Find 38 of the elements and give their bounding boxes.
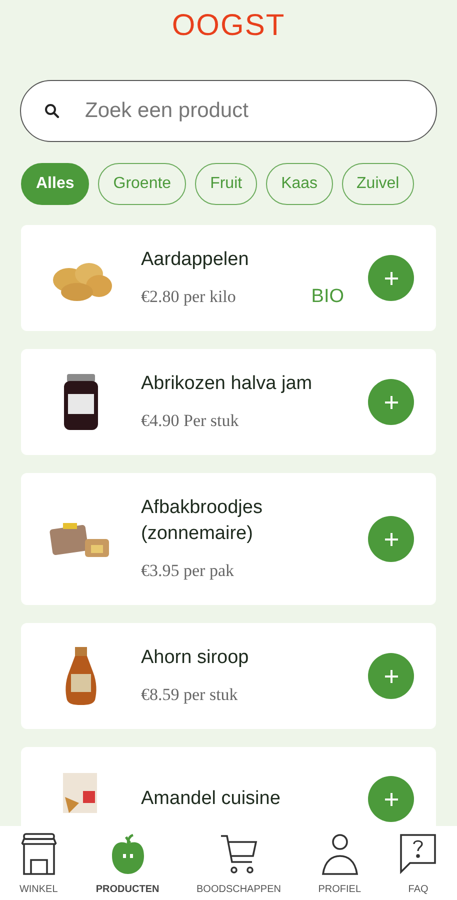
filter-chip[interactable]: Alles xyxy=(21,163,90,205)
plus-icon xyxy=(384,792,398,806)
person-icon xyxy=(320,832,360,876)
product-card[interactable]: Abrikozen halva jam €4.90 Per stuk xyxy=(21,349,436,455)
product-price: €3.95 per pak xyxy=(141,560,234,582)
organic-label: BIO xyxy=(311,285,345,309)
nav-tab[interactable]: FAQ xyxy=(398,832,438,897)
product-card[interactable]: Aardappelen €2.80 per kilo BIO xyxy=(21,225,436,331)
product-price: €4.90 Per stuk xyxy=(141,410,239,432)
logo: OOGST xyxy=(172,8,286,44)
search-icon xyxy=(44,103,60,119)
product-card[interactable]: Amandel cuisine xyxy=(21,747,436,826)
add-button[interactable] xyxy=(368,653,414,699)
nav-tab[interactable]: BOODSCHAPPEN xyxy=(196,832,281,897)
product-name: Amandel cuisine xyxy=(141,787,282,811)
faq-icon xyxy=(398,832,438,876)
plus-icon xyxy=(384,670,398,682)
plus-icon xyxy=(384,396,398,408)
nav-tab[interactable]: WINKEL xyxy=(18,832,59,897)
add-button[interactable] xyxy=(368,379,414,425)
product-price: €8.59 per stuk xyxy=(141,684,238,706)
plus-icon xyxy=(384,532,398,546)
plus-icon xyxy=(384,272,398,284)
product-name: Afbakbroodjes (zonnemaire) xyxy=(141,496,264,546)
nav-tab[interactable]: PRODUCTEN xyxy=(96,832,160,897)
add-button[interactable] xyxy=(368,255,414,301)
product-name: Abrikozen halva jam xyxy=(141,372,314,396)
nav-tab[interactable]: PROFIEL xyxy=(318,832,362,897)
product-card[interactable]: Ahorn siroop €8.59 per stuk xyxy=(21,623,436,729)
search-field[interactable]: Zoek een product xyxy=(20,80,437,142)
add-button[interactable] xyxy=(368,516,414,562)
product-price: €2.80 per kilo xyxy=(141,286,236,308)
add-button[interactable] xyxy=(368,776,414,822)
cart-icon xyxy=(218,832,259,876)
product-card[interactable]: Afbakbroodjes (zonnemaire) €3.95 per pak xyxy=(21,473,436,605)
shop-icon xyxy=(18,832,59,876)
product-name: Aardappelen xyxy=(141,248,250,272)
product-name: Ahorn siroop xyxy=(141,646,250,670)
